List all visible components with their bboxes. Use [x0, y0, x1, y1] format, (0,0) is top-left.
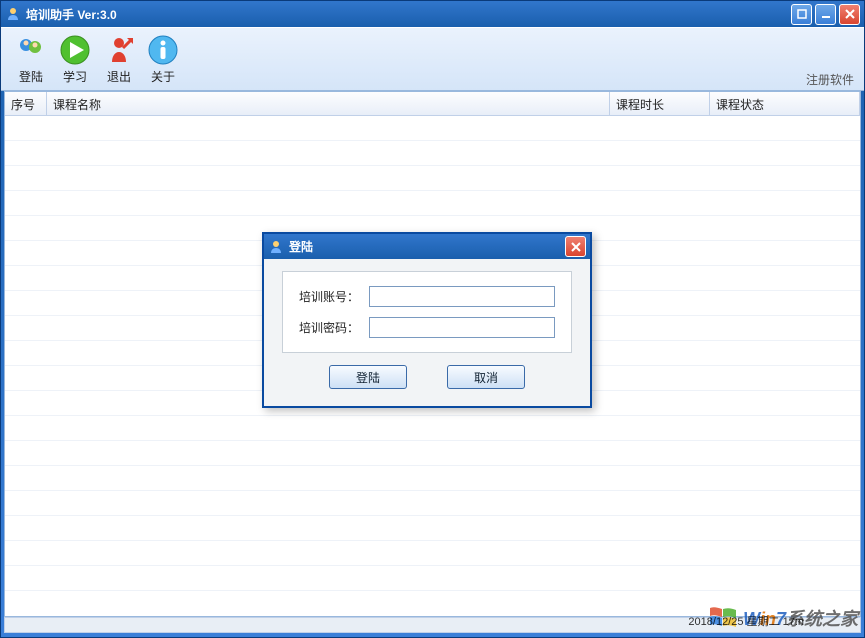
register-link[interactable]: 注册软件: [806, 71, 854, 88]
restore-button[interactable]: [791, 4, 812, 25]
cancel-button[interactable]: 取消: [447, 365, 525, 389]
study-icon: [59, 34, 91, 66]
login-button[interactable]: 登陆: [329, 365, 407, 389]
table-row: [5, 566, 860, 591]
table-row: [5, 116, 860, 141]
toolbar-login-label: 登陆: [9, 68, 53, 85]
table-row: [5, 541, 860, 566]
table-row: [5, 516, 860, 541]
table-header: 序号 课程名称 课程时长 课程状态: [5, 92, 860, 116]
toolbar-login[interactable]: 登陆: [9, 30, 53, 89]
account-label: 培训账号：: [299, 288, 369, 305]
password-label: 培训密码：: [299, 319, 369, 336]
login-icon: [15, 34, 47, 66]
table-row: [5, 166, 860, 191]
col-header-status[interactable]: 课程状态: [710, 92, 860, 115]
table-row: [5, 141, 860, 166]
dialog-title: 登陆: [289, 238, 565, 255]
toolbar-about-label: 关于: [141, 68, 185, 85]
table-row: [5, 441, 860, 466]
minimize-button[interactable]: [815, 4, 836, 25]
toolbar-exit[interactable]: 退出: [97, 30, 141, 89]
toolbar: 登陆 学习 退出 关于 注册软件: [1, 27, 864, 91]
dialog-close-button[interactable]: [565, 236, 586, 257]
account-input[interactable]: [369, 286, 555, 307]
toolbar-exit-label: 退出: [97, 68, 141, 85]
timestamp: 2018/12/25 星期二 17:n: [688, 613, 804, 629]
table-row: [5, 416, 860, 441]
dialog-titlebar: 登陆: [264, 234, 590, 259]
password-input[interactable]: [369, 317, 555, 338]
col-header-seq[interactable]: 序号: [5, 92, 47, 115]
toolbar-study-label: 学习: [53, 68, 97, 85]
toolbar-about[interactable]: 关于: [141, 30, 185, 89]
col-header-name[interactable]: 课程名称: [47, 92, 610, 115]
close-button[interactable]: [839, 4, 860, 25]
exit-icon: [103, 34, 135, 66]
account-row: 培训账号：: [299, 286, 555, 307]
about-icon: [147, 34, 179, 66]
login-dialog: 登陆 培训账号： 培训密码： 登陆 取消: [262, 232, 592, 408]
table-row: [5, 466, 860, 491]
col-header-duration[interactable]: 课程时长: [610, 92, 710, 115]
dialog-app-icon: [268, 239, 284, 255]
toolbar-study[interactable]: 学习: [53, 30, 97, 89]
window-title: 培训助手 Ver:3.0: [26, 6, 791, 23]
dialog-buttons: 登陆 取消: [282, 365, 572, 389]
password-row: 培训密码：: [299, 317, 555, 338]
main-window: 培训助手 Ver:3.0 登陆 学习: [0, 0, 865, 638]
titlebar: 培训助手 Ver:3.0: [1, 1, 864, 27]
app-icon: [5, 6, 21, 22]
login-fieldset: 培训账号： 培训密码：: [282, 271, 572, 353]
table-row: [5, 191, 860, 216]
window-controls: [791, 4, 860, 25]
table-row: [5, 491, 860, 516]
dialog-body: 培训账号： 培训密码： 登陆 取消: [264, 259, 590, 397]
